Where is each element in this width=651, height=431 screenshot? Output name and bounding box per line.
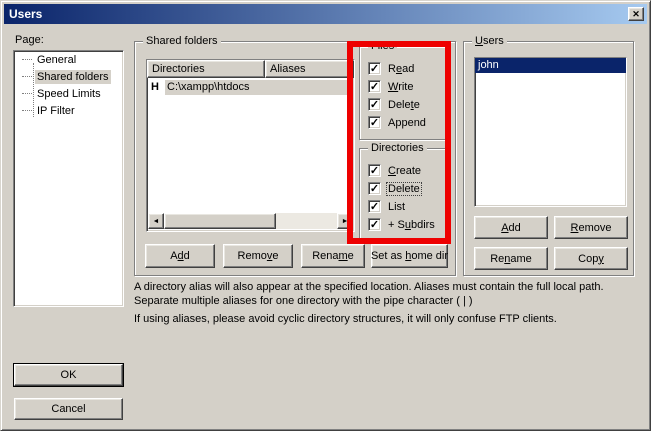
users-group-label: Users — [472, 35, 507, 47]
sidebar-item-general[interactable]: General — [14, 51, 123, 68]
users-dialog: Users ✕ Page: General Shared folders Spe… — [0, 0, 651, 431]
sidebar-item-shared-folders[interactable]: Shared folders — [14, 68, 123, 85]
cyclic-warning-text: If using aliases, please avoid cyclic di… — [134, 312, 648, 326]
checkmark-icon: ✓ — [370, 182, 379, 195]
checkbox-dirs-list[interactable]: ✓ List — [368, 199, 406, 214]
column-header-directories[interactable]: Directories — [147, 60, 265, 78]
title-bar[interactable]: Users — [4, 4, 647, 24]
checkbox-dirs-create[interactable]: ✓ Create — [368, 163, 422, 178]
list-item-user[interactable]: john — [475, 58, 626, 73]
checkmark-icon: ✓ — [370, 218, 379, 231]
checkmark-icon: ✓ — [370, 164, 379, 177]
checkbox-box[interactable]: ✓ — [368, 98, 381, 111]
sidebar-item-ip-filter[interactable]: IP Filter — [14, 102, 123, 119]
directories-group-label: Directories — [368, 142, 427, 154]
checkbox-files-write[interactable]: ✓ Write — [368, 79, 414, 94]
checkbox-box[interactable]: ✓ — [368, 80, 381, 93]
scroll-right-icon: ► — [342, 218, 349, 225]
checkbox-box[interactable]: ✓ — [368, 200, 381, 213]
list-header: Directories Aliases — [147, 60, 354, 78]
folder-remove-button[interactable]: Remove — [223, 244, 293, 268]
checkbox-box[interactable]: ✓ — [368, 62, 381, 75]
checkmark-icon: ✓ — [370, 116, 379, 129]
checkmark-icon: ✓ — [370, 98, 379, 111]
scrollbar-track[interactable] — [164, 213, 337, 229]
checkmark-icon: ✓ — [370, 62, 379, 75]
checkbox-box[interactable]: ✓ — [368, 218, 381, 231]
files-group-label: Files — [368, 40, 397, 52]
close-button[interactable]: ✕ — [628, 7, 644, 21]
sidebar-item-speed-limits[interactable]: Speed Limits — [14, 85, 123, 102]
checkbox-box[interactable]: ✓ — [368, 182, 381, 195]
window-title: Users — [9, 7, 42, 21]
cancel-button[interactable]: Cancel — [14, 398, 123, 420]
checkbox-box[interactable]: ✓ — [368, 164, 381, 177]
page-tree[interactable]: General Shared folders Speed Limits IP F… — [13, 50, 124, 307]
checkmark-icon: ✓ — [370, 200, 379, 213]
table-row[interactable]: H C:\xampp\htdocs — [147, 79, 354, 95]
shared-folders-group-label: Shared folders — [143, 35, 221, 47]
folder-rename-button[interactable]: Rename — [301, 244, 365, 268]
user-copy-button[interactable]: Copy — [554, 247, 628, 270]
users-list[interactable]: john — [474, 57, 627, 207]
set-as-home-dir-button[interactable]: Set as home dir — [371, 244, 448, 268]
page-label: Page: — [15, 34, 44, 46]
alias-help-text: A directory alias will also appear at th… — [134, 280, 648, 308]
column-header-aliases[interactable]: Aliases — [265, 60, 354, 78]
files-permissions-group: Files ✓ Read ✓ Write ✓ Delete ✓ Append — [359, 46, 447, 140]
close-icon: ✕ — [632, 9, 640, 20]
directories-permissions-group: Directories ✓ Create ✓ Delete ✓ List ✓ +… — [359, 148, 447, 241]
user-rename-button[interactable]: Rename — [474, 247, 548, 270]
horizontal-scrollbar[interactable]: ◄ ► — [148, 213, 353, 229]
folder-add-button[interactable]: Add — [145, 244, 215, 268]
users-group: Users john Add Remove Rename Copy — [463, 41, 634, 276]
ok-button[interactable]: OK — [14, 364, 123, 386]
scrollbar-thumb[interactable] — [164, 213, 276, 229]
scroll-left-icon: ◄ — [153, 218, 160, 225]
checkbox-box[interactable]: ✓ — [368, 116, 381, 129]
user-remove-button[interactable]: Remove — [554, 216, 628, 239]
checkbox-files-append[interactable]: ✓ Append — [368, 115, 427, 130]
shared-folders-list[interactable]: Directories Aliases H C:\xampp\htdocs — [146, 59, 355, 232]
checkbox-dirs-delete[interactable]: ✓ Delete — [368, 181, 421, 196]
checkbox-files-read[interactable]: ✓ Read — [368, 61, 415, 76]
checkbox-files-delete[interactable]: ✓ Delete — [368, 97, 421, 112]
directory-path: C:\xampp\htdocs — [165, 80, 353, 95]
checkbox-dirs-subdirs[interactable]: ✓ + Subdirs — [368, 217, 436, 232]
home-marker: H — [147, 81, 165, 93]
checkmark-icon: ✓ — [370, 80, 379, 93]
user-add-button[interactable]: Add — [474, 216, 548, 239]
scroll-right-button[interactable]: ► — [337, 213, 353, 229]
scroll-left-button[interactable]: ◄ — [148, 213, 164, 229]
